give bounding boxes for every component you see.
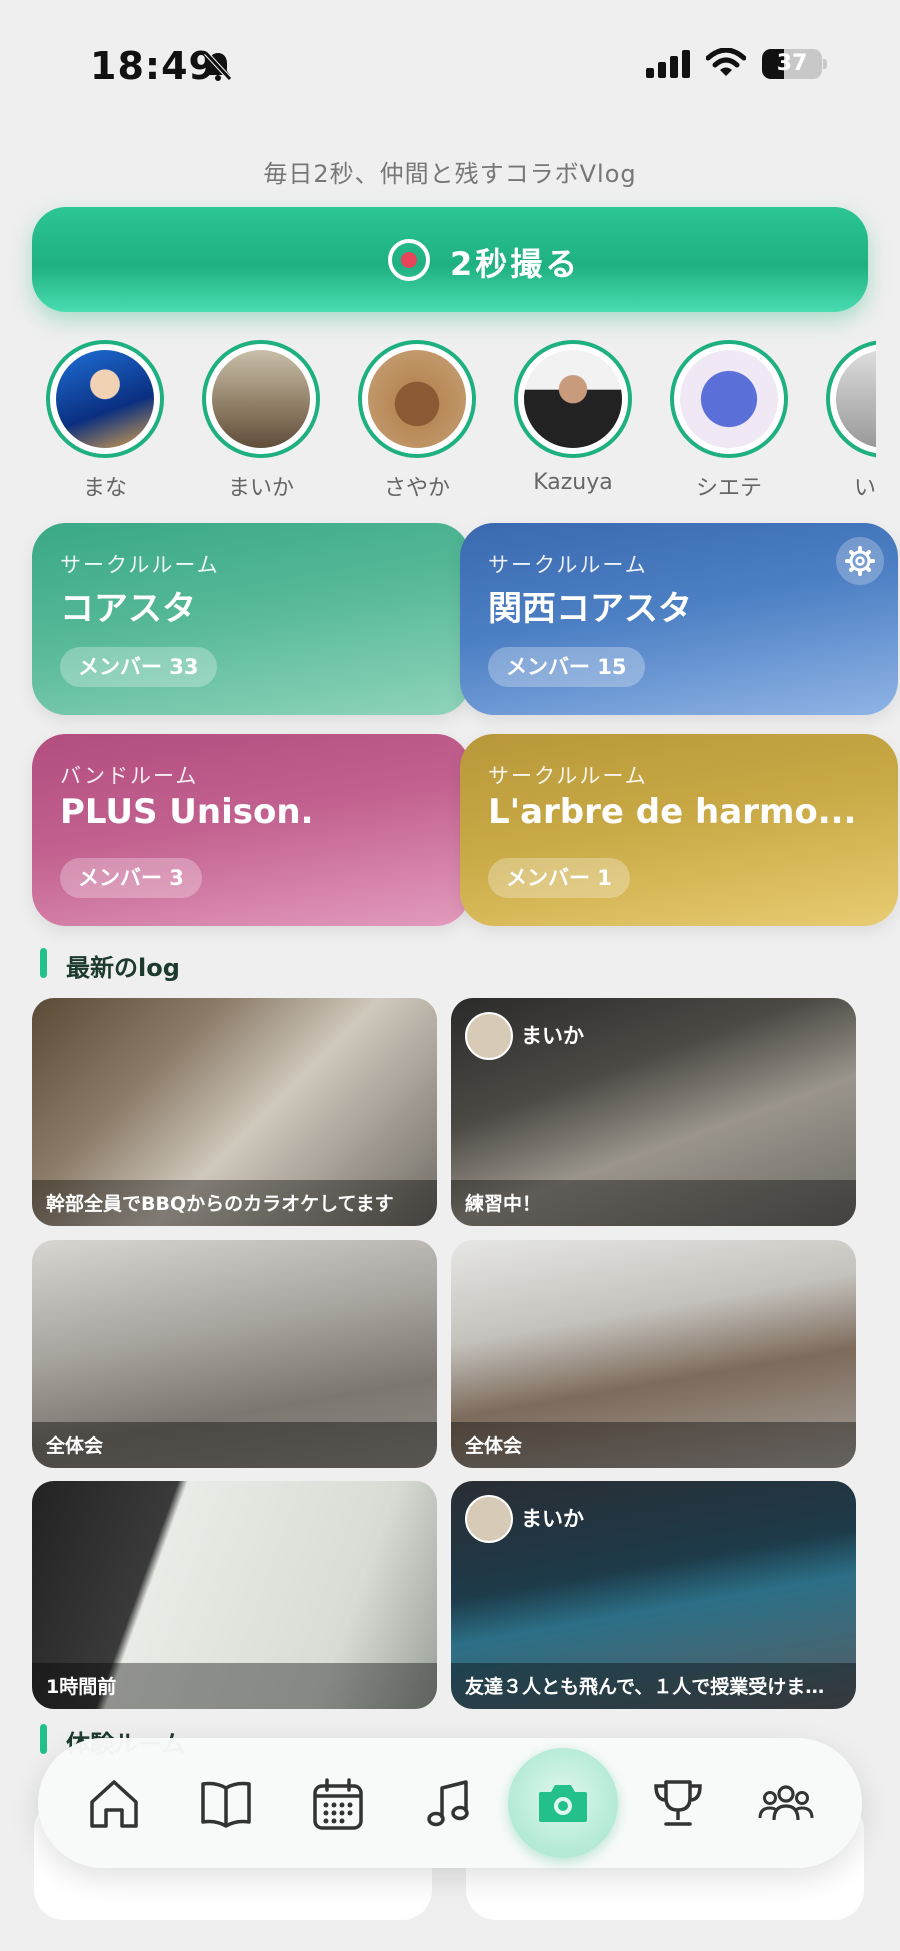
friend-name: まな (82, 476, 127, 501)
log-caption: 練習中！ (465, 1193, 542, 1215)
log-card[interactable]: まいか 友達３人とも飛んで、１人で授業受けま… (451, 1481, 856, 1709)
room-card-larbre[interactable]: サークルルーム L'arbre de harmo... メンバー 1 (460, 734, 898, 926)
log-card[interactable]: 全体会 (451, 1240, 856, 1468)
log-user-name: まいか (521, 1507, 584, 1531)
friend-avatar-kazuya[interactable]: Kazuya (514, 340, 632, 495)
avatar (524, 350, 622, 448)
friend-name: Kazuya (533, 470, 613, 495)
room-members-badge: メンバー 3 (60, 858, 202, 898)
avatar (836, 350, 876, 448)
room-kind: サークルルーム (488, 764, 648, 788)
log-user-name: まいか (521, 1024, 584, 1048)
battery-tip (823, 59, 827, 69)
record-2sec-button[interactable]: 2秒撮る (32, 207, 868, 312)
friend-avatar-partial[interactable]: い (826, 340, 876, 502)
log-card[interactable]: 1時間前 (32, 1481, 437, 1709)
room-card-plus-unison[interactable]: バンドルーム PLUS Unison. メンバー 3 (32, 734, 470, 926)
battery-level: 37 (776, 51, 808, 76)
avatar (465, 1495, 513, 1543)
log-caption: 1時間前 (46, 1676, 117, 1698)
camera-button[interactable] (508, 1748, 618, 1858)
log-card[interactable]: まいか 練習中！ (451, 998, 856, 1226)
battery-icon: 37 (762, 49, 822, 79)
log-caption: 全体会 (46, 1435, 104, 1457)
bottom-nav (38, 1738, 862, 1868)
room-members-badge: メンバー 15 (488, 647, 645, 687)
room-card-coasta[interactable]: サークルルーム コアスタ メンバー 33 (32, 523, 470, 715)
home-icon[interactable] (86, 1776, 142, 1832)
avatar (212, 350, 310, 448)
room-members-badge: メンバー 1 (488, 858, 630, 898)
status-bar: 18:49 37 (0, 0, 900, 120)
room-name: PLUS Unison. (60, 792, 314, 832)
room-name: L'arbre de harmo... (488, 792, 857, 832)
room-name: コアスタ (60, 589, 196, 629)
friend-avatar-mana[interactable]: まな (46, 340, 164, 502)
log-caption: 友達３人とも飛んで、１人で授業受けま… (465, 1676, 825, 1698)
tagline: 毎日2秒、仲間と残すコラボVlog (263, 160, 637, 188)
friend-name: さやか (383, 476, 450, 501)
signal-icon (646, 50, 690, 78)
friend-name: まいか (227, 476, 294, 501)
friend-avatar-maika[interactable]: まいか (202, 340, 320, 502)
log-caption: 全体会 (465, 1435, 523, 1457)
record-icon (388, 239, 430, 281)
music-note-icon[interactable] (422, 1776, 478, 1832)
trophy-icon[interactable] (650, 1776, 706, 1832)
room-kind: サークルルーム (488, 553, 648, 577)
gear-icon (845, 546, 875, 576)
section-accent-bar (40, 948, 47, 978)
room-kind: バンドルーム (60, 764, 199, 788)
room-name: 関西コアスタ (488, 589, 692, 629)
record-label: 2秒撮る (450, 245, 581, 283)
avatar (465, 1012, 513, 1060)
friend-avatar-sayaka[interactable]: さやか (358, 340, 476, 502)
friend-avatar-shiete[interactable]: シエテ (670, 340, 788, 502)
status-time: 18:49 (90, 44, 216, 88)
room-card-kansai-coasta[interactable]: サークルルーム 関西コアスタ メンバー 15 (460, 523, 898, 715)
avatar (368, 350, 466, 448)
section-title: 最新のlog (66, 954, 180, 982)
book-icon[interactable] (198, 1776, 254, 1832)
calendar-icon[interactable] (310, 1776, 366, 1832)
avatar (680, 350, 778, 448)
room-kind: サークルルーム (60, 553, 220, 577)
wifi-icon (706, 48, 746, 76)
friend-name: い (854, 476, 876, 501)
room-settings-button[interactable] (836, 537, 884, 585)
friend-name: シエテ (695, 476, 762, 501)
log-caption: 幹部全員でBBQからのカラオケしてます (46, 1193, 394, 1215)
avatar (56, 350, 154, 448)
bell-off-icon (204, 51, 232, 81)
log-card[interactable]: 幹部全員でBBQからのカラオケしてます (32, 998, 437, 1226)
log-card[interactable]: 全体会 (32, 1240, 437, 1468)
room-members-badge: メンバー 33 (60, 647, 217, 687)
section-accent-bar (40, 1724, 47, 1754)
camera-icon (539, 1785, 587, 1822)
group-icon[interactable] (758, 1776, 814, 1832)
